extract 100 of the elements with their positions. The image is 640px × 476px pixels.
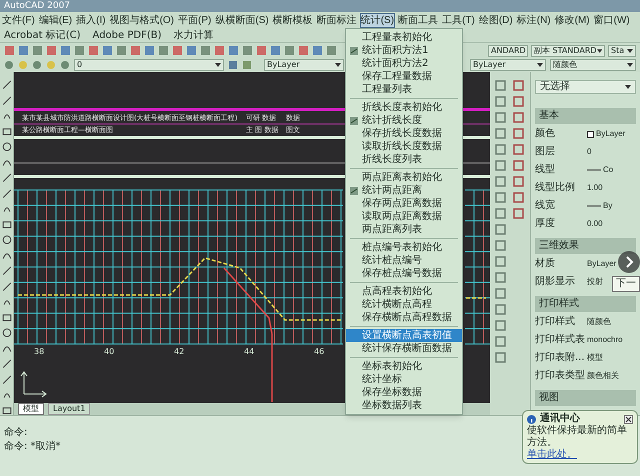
tool-icon[interactable] — [512, 192, 524, 203]
selection-dropdown[interactable]: 无选择 — [535, 80, 636, 94]
section-header[interactable]: 视图 — [535, 390, 636, 406]
plot-style-dropdown[interactable]: 随颜色 — [550, 59, 636, 71]
tool-icon[interactable] — [512, 160, 524, 171]
menu-item[interactable]: 点高程表初始化 — [346, 285, 462, 298]
menu-item[interactable]: 读取折线长度数据 — [346, 140, 462, 153]
menu-item[interactable]: 统计坐标 — [346, 373, 462, 386]
menu-item[interactable]: 水力计算 — [174, 28, 214, 42]
tool-icon[interactable] — [326, 45, 337, 56]
tool-icon[interactable] — [200, 45, 211, 56]
tool-icon[interactable] — [494, 272, 506, 283]
menu-item[interactable]: 两点距离表初始化 — [346, 171, 462, 184]
menu-item[interactable]: 标注(N) — [516, 12, 552, 28]
tool-icon[interactable] — [256, 45, 267, 56]
tool-icon[interactable] — [494, 192, 506, 203]
menu-item[interactable]: 折线长度表初始化 — [346, 101, 462, 114]
caret-icon[interactable] — [537, 63, 543, 67]
tool-icon[interactable] — [512, 112, 524, 123]
tool-icon[interactable] — [512, 176, 524, 187]
command-icon[interactable] — [349, 46, 359, 56]
tool-icon[interactable] — [298, 45, 309, 56]
dimension-style-dropdown[interactable]: 副本 STANDARD — [531, 44, 605, 56]
layout-tab[interactable]: Layout1 — [48, 403, 90, 415]
linetype-dropdown[interactable]: ByLayer — [470, 59, 546, 71]
menu-item[interactable]: 保存横断点高程数据 — [346, 311, 462, 324]
menu-item[interactable]: 坐标表初始化 — [346, 360, 462, 373]
tool-icon[interactable] — [158, 45, 169, 56]
notification-link[interactable]: 单击此处。 — [527, 449, 577, 461]
menu-item[interactable]: 绘图(D) — [478, 12, 514, 28]
caret-icon[interactable] — [625, 85, 631, 89]
color-dropdown[interactable]: ByLayer — [264, 59, 344, 71]
menu-item[interactable]: 保存两点距离数据 — [346, 197, 462, 210]
menu-item[interactable]: 保存工程量数据 — [346, 70, 462, 83]
tool-icon[interactable] — [512, 128, 524, 139]
tool-icon[interactable] — [512, 80, 524, 91]
menu-item[interactable]: 工程量列表 — [346, 83, 462, 96]
menu-item[interactable]: 统计横断点高程 — [346, 298, 462, 311]
menu-item[interactable]: 保存坐标数据 — [346, 386, 462, 399]
menu-item[interactable]: 读取两点距离数据 — [346, 210, 462, 223]
text-style-dropdown[interactable]: ANDARD — [488, 44, 528, 56]
tool-icon[interactable] — [494, 256, 506, 267]
menu-item[interactable]: 折线长度列表 — [346, 153, 462, 166]
tool-icon[interactable] — [494, 96, 506, 107]
tool-icon[interactable] — [494, 320, 506, 331]
tool-icon[interactable] — [494, 128, 506, 139]
tool-icon[interactable] — [74, 45, 85, 56]
command-icon[interactable] — [349, 186, 359, 196]
menu-item[interactable]: 平面(P) — [177, 12, 212, 28]
tool-icon[interactable] — [214, 45, 225, 56]
menu-item[interactable]: 统计保存横断面数据 — [346, 342, 462, 355]
tool-icon[interactable] — [186, 45, 197, 56]
tool-icon[interactable] — [144, 45, 155, 56]
menu-item[interactable]: 桩点编号表初始化 — [346, 241, 462, 254]
menu-item[interactable]: 统计两点距离 — [346, 184, 462, 197]
menu-item[interactable]: 工程量表初始化 — [346, 31, 462, 44]
tool-icon[interactable] — [494, 176, 506, 187]
menu-item[interactable]: 保存折线长度数据 — [346, 127, 462, 140]
menu-item[interactable]: Acrobat 标记(C) — [4, 28, 81, 42]
tool-icon[interactable] — [242, 45, 253, 56]
menu-item[interactable]: 设置横断点高表初值 — [346, 329, 462, 342]
tool-icon[interactable] — [494, 336, 506, 347]
section-header[interactable]: 三维效果 — [535, 238, 636, 254]
menu-item[interactable]: 保存桩点编号数据 — [346, 267, 462, 280]
tool-icon[interactable] — [512, 208, 524, 219]
menu-item[interactable]: 统计面积方法2 — [346, 57, 462, 70]
tool-icon[interactable] — [60, 45, 71, 56]
menu-item[interactable]: 统计面积方法1 — [346, 44, 462, 57]
tool-icon[interactable] — [172, 45, 183, 56]
line-sample-icon[interactable] — [587, 204, 601, 208]
tool-icon[interactable] — [130, 45, 141, 56]
tool-icon[interactable] — [494, 240, 506, 251]
menu-item[interactable]: 修改(M) — [554, 12, 591, 28]
tool-icon[interactable] — [494, 208, 506, 219]
tool-icon[interactable] — [4, 45, 15, 56]
tool-icon[interactable] — [494, 288, 506, 299]
tool-icon[interactable] — [46, 45, 57, 56]
menu-item[interactable]: 工具(T) — [441, 12, 476, 28]
menu-item[interactable]: 横断模板 — [272, 12, 314, 28]
tool-icon[interactable] — [494, 304, 506, 315]
info-icon[interactable] — [527, 414, 536, 424]
menu-item[interactable]: 编辑(E) — [38, 12, 74, 28]
tool-icon[interactable] — [228, 45, 239, 56]
menu-item[interactable]: 窗口(W) — [592, 12, 631, 28]
caret-icon[interactable] — [627, 63, 633, 67]
layer-dropdown[interactable]: 0 — [74, 59, 224, 71]
menu-item[interactable]: 断面标注 — [316, 12, 358, 28]
tool-icon[interactable] — [494, 144, 506, 155]
tool-icon[interactable] — [512, 96, 524, 107]
layout-tab[interactable]: 模型 — [18, 403, 44, 415]
tool-icon[interactable] — [494, 112, 506, 123]
close-icon[interactable] — [624, 414, 633, 424]
menu-item[interactable]: 统计桩点编号 — [346, 254, 462, 267]
menu-item[interactable]: 两点距离列表 — [346, 223, 462, 236]
tool-icon[interactable] — [494, 160, 506, 171]
menu-item[interactable]: Adobe PDF(B) — [92, 28, 162, 42]
tool-icon[interactable] — [18, 45, 29, 56]
tool-icon[interactable] — [270, 45, 281, 56]
tool-icon[interactable] — [494, 224, 506, 235]
tool-icon[interactable] — [284, 45, 295, 56]
